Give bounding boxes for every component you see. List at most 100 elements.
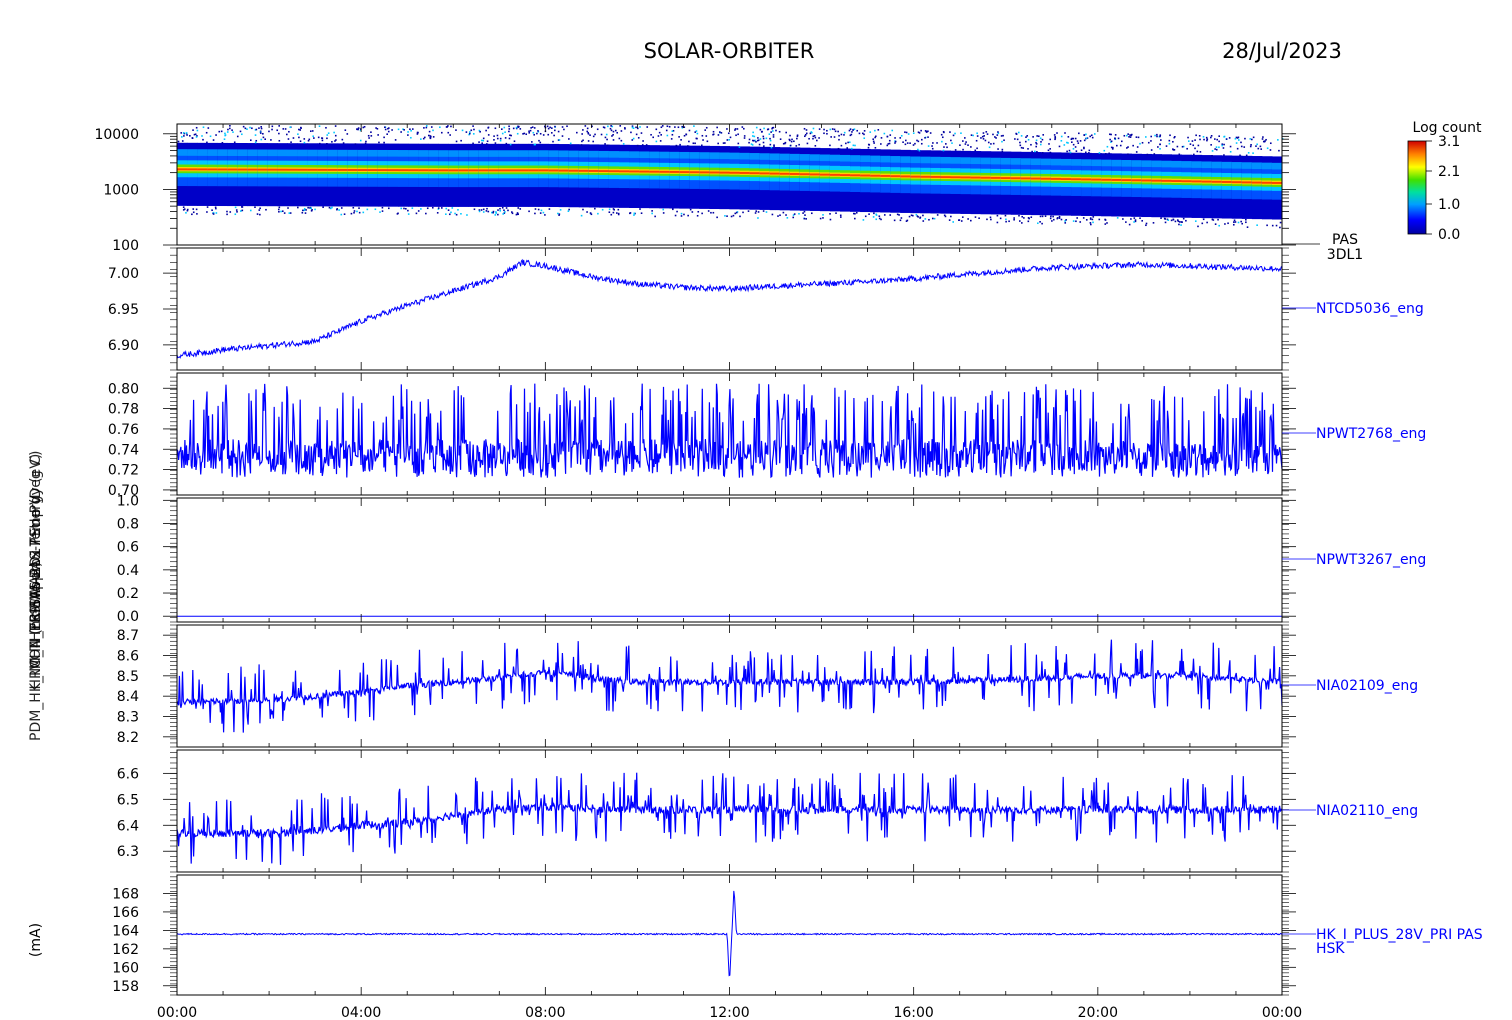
spectrogram-speck (989, 216, 992, 219)
spectrogram-speck (548, 208, 551, 210)
spectrogram-speck (747, 210, 750, 212)
spectrogram-speck (343, 213, 346, 215)
spectrogram-speck (604, 143, 606, 145)
spectrogram-speck (761, 130, 763, 133)
spectrogram-cell (699, 171, 710, 174)
spectrogram-speck (665, 129, 668, 132)
spectrogram-speck (948, 219, 951, 221)
spectrogram-speck (226, 210, 228, 213)
spectrogram-speck (617, 213, 620, 216)
spectrogram-cell (267, 149, 278, 157)
spectrogram-speck (814, 145, 817, 147)
spectrogram-speck (640, 212, 643, 215)
spectrogram-speck (635, 133, 638, 136)
spectrogram-speck (889, 214, 892, 216)
spectrogram-speck (883, 132, 886, 135)
spectrogram-speck (1145, 136, 1147, 138)
spectrogram-speck (1205, 136, 1208, 139)
spectrogram-speck (697, 210, 700, 213)
spectrogram-speck (829, 128, 832, 131)
spectrogram-cell (398, 169, 409, 172)
spectrogram-speck (366, 208, 369, 211)
spectrogram-speck (241, 209, 244, 212)
spectrogram-speck (924, 218, 927, 220)
spectrogram-speck (259, 207, 261, 210)
spectrogram-speck (196, 213, 198, 215)
spectrogram-speck (717, 142, 719, 145)
spectrogram-speck (350, 212, 353, 215)
x-tick-label: 12:00 (709, 1005, 749, 1020)
spectrogram-speck (1035, 139, 1038, 142)
spectrogram-speck (215, 134, 217, 136)
spectrogram-speck (586, 211, 588, 213)
spectrogram-speck (852, 212, 855, 215)
spectrogram-speck (262, 132, 264, 135)
spectrogram-cell (659, 170, 670, 173)
spectrogram-speck (950, 215, 952, 218)
spectrogram-speck (932, 142, 934, 144)
spectrogram-speck (1084, 151, 1087, 154)
spectrogram-speck (773, 144, 775, 146)
spectrogram-speck (651, 212, 653, 215)
colorbar-tick-label: 2.1 (1438, 164, 1460, 180)
spectrogram-speck (455, 213, 458, 216)
spectrogram-speck (1112, 146, 1114, 149)
spectrogram-speck (504, 137, 507, 139)
spectrogram-speck (270, 139, 272, 141)
spectrogram-speck (674, 126, 676, 128)
series-name-label: NTCD5036_eng (1316, 301, 1424, 317)
spectrogram-speck (417, 131, 419, 134)
spectrogram-speck (546, 125, 549, 128)
spectrogram-speck (503, 126, 506, 129)
spectrogram-speck (412, 128, 414, 130)
spectrogram-speck (822, 214, 824, 216)
spectrogram-speck (976, 147, 978, 150)
spectrogram-cell (1221, 161, 1233, 169)
spectrogram-speck (826, 132, 828, 135)
spectrogram-speck (358, 211, 361, 214)
spectrogram-speck (1193, 153, 1195, 156)
spectrogram-speck (696, 132, 699, 135)
spectrogram-speck (528, 210, 530, 213)
spectrogram-speck (717, 134, 720, 136)
spectrogram-speck (378, 141, 380, 144)
spectrogram-speck (232, 131, 234, 133)
spectrogram-cell (518, 150, 530, 157)
spectrogram-speck (655, 140, 658, 143)
spectrogram-speck (728, 138, 731, 141)
spectrogram-speck (259, 132, 262, 134)
y-tick-label: 8.3 (117, 710, 139, 726)
spectrogram-speck (365, 140, 367, 143)
spectrogram-speck (486, 207, 488, 210)
spectrogram-speck (254, 141, 257, 144)
spectrogram-speck (632, 137, 635, 140)
spectrogram-cell (980, 157, 992, 165)
spectrogram-speck (318, 142, 321, 145)
spectrogram-speck (466, 214, 468, 216)
spectrogram-speck (561, 126, 564, 128)
spectrogram-speck (363, 125, 366, 128)
spectrogram-speck (732, 214, 735, 217)
spectrogram-speck (834, 130, 837, 133)
spectrogram-speck (894, 137, 896, 139)
spectrogram-cell (488, 169, 499, 172)
x-tick-label: 08:00 (525, 1005, 565, 1020)
spectrogram-speck (695, 137, 698, 140)
spectrogram-speck (908, 215, 911, 218)
spectrogram-speck (1020, 135, 1023, 137)
spectrogram-speck (439, 126, 441, 129)
spectrogram-speck (975, 139, 978, 142)
spectrogram-cell (809, 154, 821, 161)
spectrogram-speck (755, 141, 757, 143)
spectrogram-speck (1180, 224, 1182, 226)
spectrogram-speck (612, 211, 615, 214)
spectrogram-speck (1201, 222, 1204, 225)
spectrogram-cell (438, 169, 449, 172)
spectrogram-speck (976, 132, 978, 135)
spectrogram-speck (379, 211, 381, 213)
spectrogram-speck (734, 212, 737, 215)
spectrogram-speck (639, 126, 641, 128)
spectrogram-speck (610, 125, 612, 127)
panel-2: 7.00 6.95 6.90 NTCD5036_eng (108, 247, 1424, 371)
spectrogram-speck (992, 142, 995, 145)
